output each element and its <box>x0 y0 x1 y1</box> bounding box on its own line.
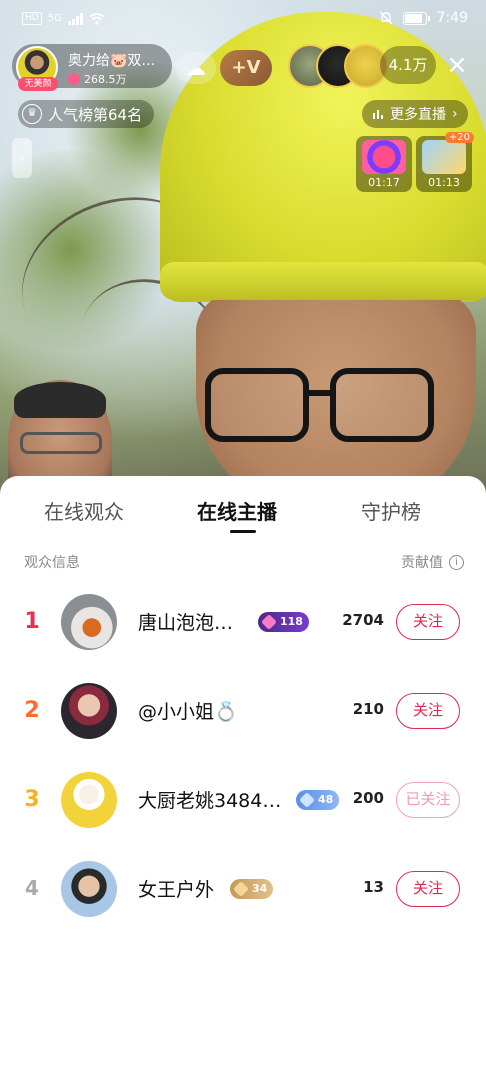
task-card-gift[interactable]: 01:17 <box>356 136 412 192</box>
avatar[interactable] <box>61 683 117 739</box>
active-tab-indicator <box>230 530 256 533</box>
audience-info-label: 观众信息 <box>24 555 80 571</box>
bystander-hair <box>14 382 106 418</box>
avatar[interactable] <box>61 772 117 828</box>
followed-button[interactable]: 已关注 <box>396 782 460 818</box>
rank-number: 3 <box>24 787 40 812</box>
rank-number: 2 <box>24 698 40 723</box>
rank-number: 1 <box>24 609 40 634</box>
side-drawer-handle[interactable]: › <box>12 138 32 178</box>
chevron-right-icon: › <box>452 106 458 122</box>
close-icon[interactable]: × <box>442 50 472 80</box>
contribution-score: 200 <box>352 789 384 807</box>
task-plus-badge: +20 <box>444 132 474 143</box>
status-right: 7:49 <box>379 10 468 26</box>
hd-label: HD <box>22 12 42 25</box>
user-name[interactable]: 唐山泡泡… <box>138 608 233 635</box>
no-beauty-tag: 无美颜 <box>18 77 58 91</box>
follow-button[interactable]: 关注 <box>396 604 460 640</box>
follow-button[interactable]: 关注 <box>396 693 460 729</box>
heart-icon <box>68 73 80 85</box>
tab-bar: 在线观众 在线主播 守护榜 <box>0 476 486 542</box>
gift-box-icon <box>362 140 406 174</box>
level-badge: 118 <box>258 612 309 632</box>
user-name[interactable]: @小小姐💍 <box>138 697 238 724</box>
mute-icon <box>379 11 393 25</box>
wifi-icon <box>89 12 105 25</box>
tab-online-anchors[interactable]: 在线主播 <box>197 496 277 525</box>
rank-number: 4 <box>25 876 39 900</box>
follow-button[interactable]: 关注 <box>396 871 460 907</box>
viewer-count[interactable]: 4.1万 <box>380 46 436 84</box>
list-item[interactable]: 2 @小小姐💍 210 关注 <box>0 673 486 753</box>
user-name[interactable]: 女王户外 <box>138 875 214 902</box>
status-bar: HD 5G 7:49 <box>0 0 486 42</box>
task-timer: 01:13 <box>428 176 460 189</box>
online-list-sheet: 在线观众 在线主播 守护榜 观众信息 贡献值 i 1 唐山泡泡… 118 270… <box>0 476 486 1080</box>
cloud-icon[interactable]: ☁ <box>176 52 216 84</box>
list-item[interactable]: 4 女王户外 34 13 关注 <box>0 851 486 931</box>
info-icon[interactable]: i <box>449 554 464 570</box>
list-header: 观众信息 贡献值 i <box>24 552 464 572</box>
anchor-likes: 268.5万 <box>68 71 127 87</box>
contribution-score: 210 <box>352 700 384 718</box>
follow-anchor-button[interactable]: +V <box>220 50 272 86</box>
avatar[interactable] <box>61 861 117 917</box>
task-timer: 01:17 <box>368 176 400 189</box>
popularity-rank-label: 人气榜第64名 <box>48 105 143 124</box>
bystander-glasses <box>20 432 102 454</box>
battery-icon <box>402 11 430 25</box>
network-label: 5G <box>47 13 62 24</box>
glasses-bridge <box>306 390 334 396</box>
contribution-label: 贡献值 <box>401 555 443 571</box>
popularity-rank[interactable]: ♛ 人气榜第64名 <box>18 100 155 128</box>
tab-guardian-rank[interactable]: 守护榜 <box>361 496 421 525</box>
more-live-button[interactable]: 更多直播 › <box>362 100 468 128</box>
status-left: HD 5G <box>22 12 105 25</box>
clock: 7:49 <box>436 10 468 26</box>
level-badge: 34 <box>230 879 274 899</box>
anchor-name[interactable]: 奥力给🐷双… <box>68 50 168 70</box>
level-badge: 48 <box>296 790 340 810</box>
more-live-label: 更多直播 <box>390 107 446 123</box>
treasure-icon <box>422 140 466 174</box>
anchor-likes-count: 268.5万 <box>84 73 127 86</box>
trophy-icon: ♛ <box>22 104 42 124</box>
contribution-score: 13 <box>363 878 384 896</box>
list-item[interactable]: 1 唐山泡泡… 118 2704 关注 <box>0 584 486 664</box>
hard-hat-brim <box>160 262 486 300</box>
tab-online-audience[interactable]: 在线观众 <box>44 496 124 525</box>
contribution-score: 2704 <box>342 611 384 629</box>
top-viewer-avatars[interactable] <box>288 44 388 88</box>
avatar[interactable] <box>61 594 117 650</box>
list-item[interactable]: 3 大厨老姚3484… 48 200 已关注 <box>0 762 486 842</box>
contribution-header: 贡献值 i <box>401 552 464 572</box>
glasses-lens-left <box>205 368 309 442</box>
signal-icon <box>67 12 83 25</box>
bars-icon <box>373 110 383 119</box>
user-name[interactable]: 大厨老姚3484… <box>138 786 281 813</box>
glasses-lens-right <box>330 368 434 442</box>
task-card-treasure[interactable]: +20 01:13 <box>416 132 474 192</box>
